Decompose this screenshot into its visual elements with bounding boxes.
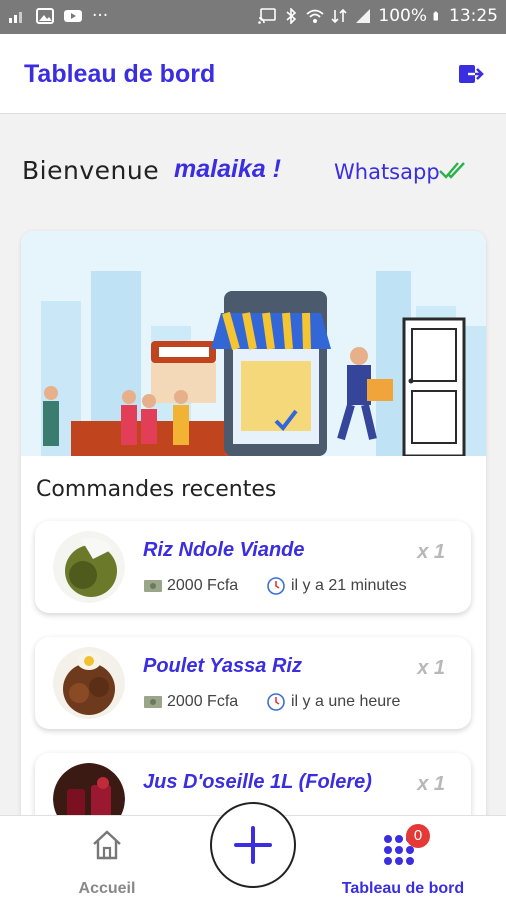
page-title: Tableau de bord	[24, 60, 216, 88]
clock-time: 13:25	[449, 6, 498, 26]
youtube-icon	[64, 10, 82, 22]
wifi-icon	[306, 9, 324, 23]
bottom-nav: Accueil 0 Tableau de bord	[0, 802, 506, 900]
recent-orders-title: Commandes recentes	[36, 477, 277, 502]
order-time: il y a une heure	[291, 693, 401, 710]
nav-dashboard[interactable]: 0 Tableau de bord	[328, 822, 478, 898]
order-quantity: x 1	[417, 657, 445, 679]
nav-home[interactable]: Accueil	[62, 822, 152, 898]
app-bar: Tableau de bord	[0, 34, 506, 114]
add-order-button[interactable]	[210, 802, 296, 888]
data-icon	[331, 8, 347, 24]
order-name: Jus D'oseille 1L (Folere)	[143, 771, 372, 793]
bluetooth-icon	[286, 8, 297, 24]
more-dots-icon: ···	[92, 6, 109, 26]
battery-percent: 100%	[378, 6, 427, 26]
status-bar: ··· 100% 13:25	[0, 0, 506, 34]
cast-icon	[258, 8, 277, 24]
nav-dashboard-label: Tableau de bord	[341, 880, 465, 897]
cell-signal-icon	[356, 9, 371, 23]
double-check-icon	[439, 162, 465, 179]
order-quantity: x 1	[417, 541, 445, 563]
home-icon	[93, 830, 121, 860]
logout-icon[interactable]	[458, 62, 484, 86]
order-time: il y a 21 minutes	[291, 577, 407, 594]
order-thumbnail	[53, 531, 125, 603]
gallery-icon	[36, 8, 54, 24]
order-name: Poulet Yassa Riz	[143, 655, 302, 677]
order-card[interactable]: Riz Ndole Viande x 1 2000 Fcfa il y a 21…	[35, 521, 471, 613]
plus-icon	[234, 826, 272, 864]
order-price: 2000 Fcfa	[167, 693, 239, 710]
order-card[interactable]: Poulet Yassa Riz x 1 2000 Fcfa il y a un…	[35, 637, 471, 729]
whatsapp-link[interactable]: Whatsapp	[334, 160, 440, 184]
order-price: 2000 Fcfa	[167, 577, 239, 594]
money-icon	[144, 696, 162, 708]
order-quantity: x 1	[417, 773, 445, 795]
nav-home-label: Accueil	[78, 880, 136, 897]
welcome-greeting: Bienvenue	[22, 156, 160, 185]
signal-icon	[9, 12, 22, 23]
notification-badge: 0	[406, 824, 430, 848]
battery-icon	[433, 11, 438, 21]
welcome-row: Bienvenue malaika ! Whatsapp	[22, 152, 492, 192]
dashboard-card: Commandes recentes Riz Ndole Viande x 1 …	[21, 231, 486, 851]
welcome-username: malaika !	[174, 155, 282, 183]
clock-icon	[267, 577, 285, 595]
restaurant-banner-illustration	[21, 231, 486, 456]
money-icon	[144, 580, 162, 592]
order-name: Riz Ndole Viande	[143, 539, 305, 561]
clock-icon	[267, 693, 285, 711]
order-thumbnail	[53, 647, 125, 719]
